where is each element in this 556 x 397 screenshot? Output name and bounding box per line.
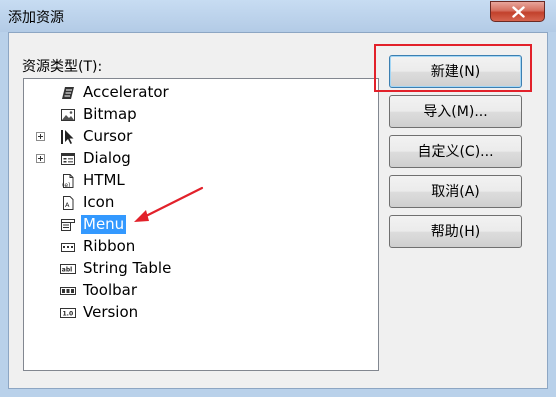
tree-item-label: HTML [83,171,125,189]
tree-item-label: Cursor [83,127,133,145]
import-button[interactable]: 导入(M)... [389,95,522,128]
tree-item-cursor[interactable]: Cursor [24,126,354,148]
tree-item-string-table[interactable]: abl String Table [24,258,354,280]
ribbon-icon [60,239,76,255]
html-icon: (e) [60,173,76,189]
version-icon: 1.0 [60,305,76,321]
tree-item-label: Version [83,303,139,321]
cursor-icon [60,129,76,145]
custom-button[interactable]: 自定义(C)... [389,135,522,168]
tree-item-label: Bitmap [83,105,137,123]
tree-item-label: String Table [83,259,172,277]
svg-text:abl: abl [62,267,72,274]
tree-item-label: Dialog [83,149,131,167]
expand-plus-icon[interactable] [36,132,45,141]
tree-item-dialog[interactable]: Dialog [24,148,354,170]
menu-icon [60,217,76,233]
tree-item-label: Menu [81,215,127,234]
tree-item-label: Accelerator [83,83,169,101]
tree-item-toolbar[interactable]: Toolbar [24,280,354,302]
new-button[interactable]: 新建(N) [389,55,522,88]
tree-item-label: Toolbar [83,281,138,299]
svg-text:A: A [65,201,70,209]
icon-resource-icon: A [60,195,76,211]
title-bar: 添加资源 [0,0,556,32]
close-button[interactable] [490,1,545,22]
annotation-arrow [134,186,204,222]
svg-text:1.0: 1.0 [63,311,74,318]
resource-types-label: 资源类型(T): [22,59,103,75]
dialog-icon [60,151,76,167]
tree-item-accelerator[interactable]: Accelerator [24,82,354,104]
tree-item-ribbon[interactable]: Ribbon [24,236,354,258]
toolbar-icon [60,283,76,299]
expand-plus-icon[interactable] [36,154,45,163]
tree-item-version[interactable]: 1.0 Version [24,302,354,324]
cancel-button[interactable]: 取消(A) [389,175,522,208]
close-icon [512,6,525,18]
tree-item-label: Icon [83,193,115,211]
help-button[interactable]: 帮助(H) [389,215,522,248]
bitmap-icon [60,107,76,123]
window-title: 添加资源 [8,10,64,26]
svg-text:(e): (e) [62,182,70,189]
string-table-icon: abl [60,261,76,277]
tree-item-label: Ribbon [83,237,136,255]
accelerator-icon [60,85,76,101]
tree-item-bitmap[interactable]: Bitmap [24,104,354,126]
